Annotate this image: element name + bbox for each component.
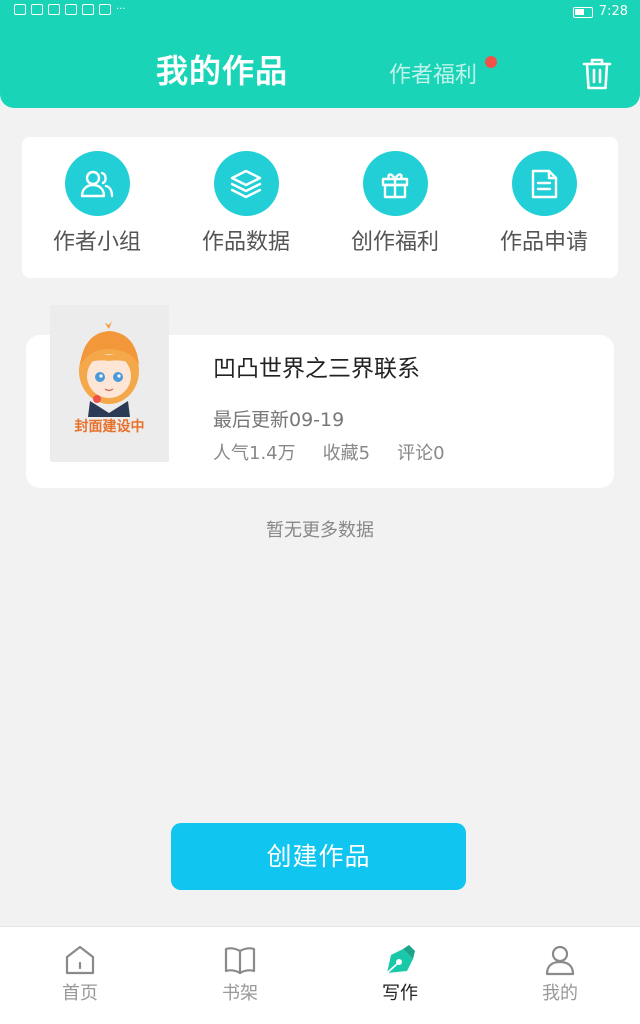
quick-action-label: 作品申请: [499, 230, 588, 255]
status-icons: ···: [14, 4, 126, 15]
nav-label: 书架: [222, 983, 258, 1004]
quick-action-author-group[interactable]: 作者小组: [37, 151, 157, 271]
app-icon: [99, 4, 111, 15]
nav-item-bookshelf[interactable]: 书架: [195, 943, 285, 1013]
write-icon: [386, 945, 415, 974]
work-last-updated: 最后更新09-19: [213, 409, 345, 431]
cloud-icon: [82, 4, 94, 15]
work-comments: 评论0: [397, 443, 445, 464]
mail-icon: [48, 4, 60, 15]
book-icon: [224, 947, 256, 975]
quick-action-creation-welfare[interactable]: 创作福利: [335, 151, 455, 271]
work-stats: 人气1.4万 收藏5 评论0: [213, 441, 472, 467]
battery-icon: [572, 6, 593, 18]
wifi-icon: [14, 4, 26, 15]
layers-icon: [213, 151, 279, 216]
status-time: 7:28: [598, 4, 628, 19]
cover-placeholder-text: 封面建设中: [74, 419, 145, 435]
trash-button[interactable]: [580, 56, 614, 92]
home-icon: [65, 945, 95, 975]
quick-action-work-application[interactable]: 作品申请: [484, 151, 604, 271]
nav-label: 我的: [542, 983, 578, 1004]
quick-action-label: 作品数据: [201, 230, 290, 255]
create-work-button[interactable]: 创建作品: [171, 823, 466, 890]
quick-action-work-data[interactable]: 作品数据: [186, 151, 306, 271]
nav-item-home[interactable]: 首页: [35, 943, 125, 1013]
work-cover[interactable]: 封面建设中: [50, 305, 169, 462]
status-bar: ··· 7:28: [0, 0, 640, 24]
screen: ··· 7:28 我的作品 作者福利 作者小组 作品数据 创作福利 作品申请 封…: [0, 0, 640, 1024]
status-overflow: ···: [116, 3, 126, 15]
header-bar: ··· 7:28 我的作品 作者福利: [0, 0, 640, 108]
user-icon: [545, 945, 575, 976]
nav-item-write[interactable]: 写作: [355, 943, 445, 1013]
group-icon: [64, 151, 130, 216]
status-right: 7:28: [572, 4, 628, 19]
quick-action-label: 创作福利: [350, 230, 439, 255]
nav-label: 首页: [62, 983, 98, 1004]
cover-illustration: [79, 321, 139, 417]
notification-dot: [485, 56, 497, 68]
quick-actions-card: 作者小组 作品数据 创作福利 作品申请: [22, 137, 618, 278]
page-title: 我的作品: [156, 52, 289, 90]
bottom-nav: 首页 书架 写作 我的: [0, 926, 640, 1024]
document-icon: [511, 151, 577, 216]
author-welfare-link[interactable]: 作者福利: [389, 60, 477, 92]
quick-action-label: 作者小组: [52, 230, 141, 255]
gift-icon: [362, 151, 428, 216]
work-popularity: 人气1.4万: [213, 443, 296, 464]
list-end-text: 暂无更多数据: [266, 520, 374, 541]
nav-item-mine[interactable]: 我的: [515, 943, 605, 1013]
work-title[interactable]: 凹凸世界之三界联系: [213, 353, 420, 385]
trash-icon: [582, 58, 612, 90]
chat-icon: [65, 4, 77, 15]
nav-label: 写作: [382, 983, 418, 1004]
work-favorites: 收藏5: [322, 443, 371, 464]
notification-icon: [31, 4, 43, 15]
